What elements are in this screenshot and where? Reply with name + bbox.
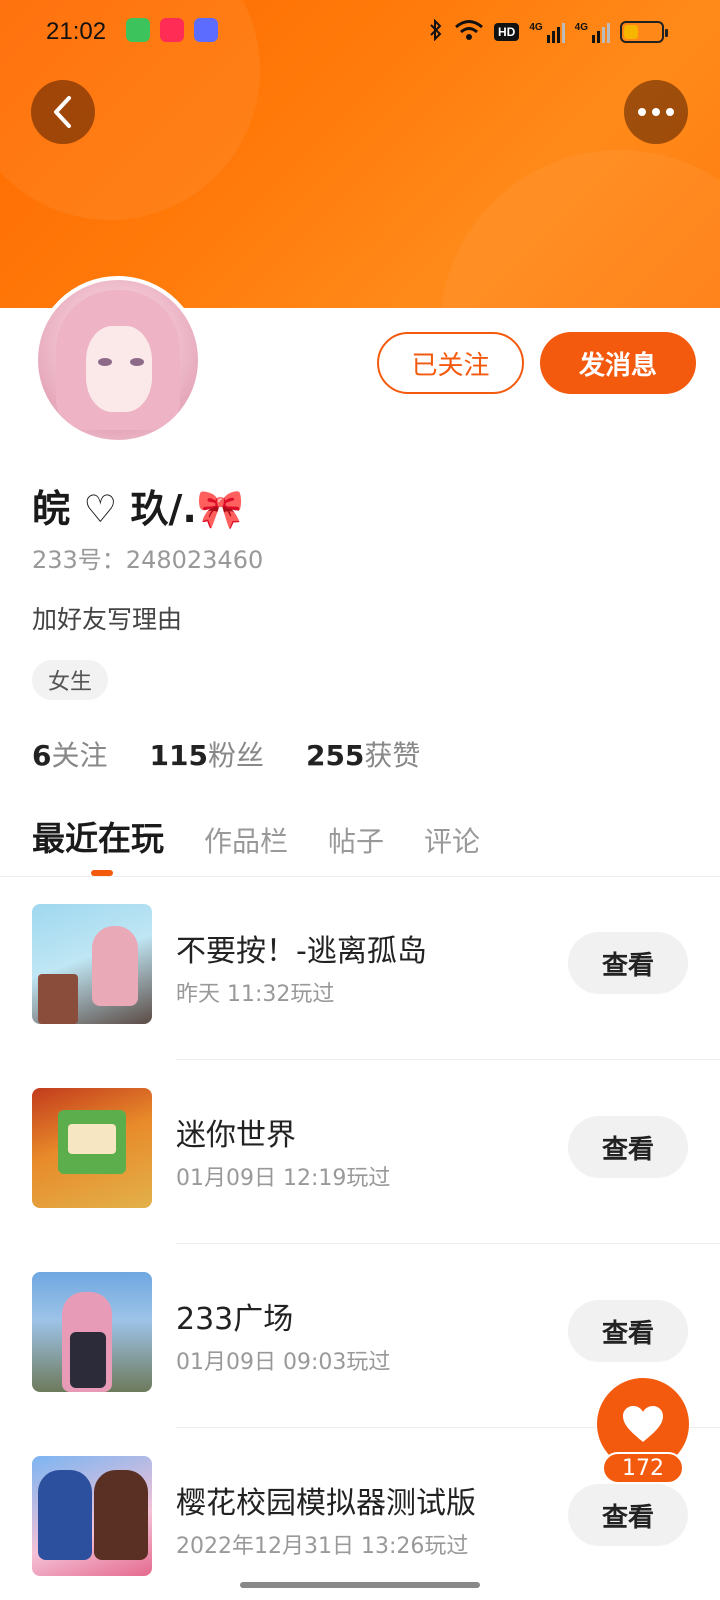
list-item[interactable]: 迷你世界 01月09日 12:19玩过 查看 — [0, 1060, 720, 1244]
list-item[interactable]: 不要按！-逃离孤岛 昨天 11:32玩过 查看 — [0, 876, 720, 1060]
status-time: 21:02 — [46, 18, 107, 45]
avatar-face — [86, 326, 152, 412]
stat-following[interactable]: 6关注 — [32, 734, 108, 774]
avatar-eye — [98, 358, 112, 366]
view-button[interactable]: 查看 — [568, 1116, 688, 1178]
game-name: 不要按！-逃离孤岛 — [176, 934, 427, 969]
more-dots-icon — [638, 108, 674, 116]
thumb-character — [92, 926, 138, 1006]
wifi-icon — [454, 19, 484, 46]
avatar-eye — [130, 358, 144, 366]
profile-tabs: 最近在玩 作品栏 帖子 评论 — [32, 812, 480, 860]
home-indicator[interactable] — [240, 1582, 480, 1588]
video-app-icon — [160, 18, 184, 42]
send-message-button[interactable]: 发消息 — [540, 332, 696, 394]
heart-icon — [623, 1406, 663, 1442]
thumb-face — [68, 1124, 116, 1154]
game-played-time: 2022年12月31日 13:26玩过 — [176, 1534, 469, 1559]
stat-likes[interactable]: 255获赞 — [306, 734, 420, 774]
view-button[interactable]: 查看 — [568, 1484, 688, 1546]
battery-icon — [620, 21, 668, 43]
stat-fans[interactable]: 115粉丝 — [150, 734, 264, 774]
gender-tag: 女生 — [32, 660, 109, 700]
tab-works[interactable]: 作品栏 — [204, 820, 288, 860]
app-notification-icon — [126, 18, 150, 42]
stat-likes-count: 255 — [305, 739, 365, 772]
game-played-time: 昨天 11:32玩过 — [176, 982, 335, 1007]
tab-comments[interactable]: 评论 — [424, 820, 480, 860]
game-name: 233广场 — [176, 1302, 294, 1337]
banner-glow — [440, 150, 720, 308]
view-button[interactable]: 查看 — [568, 1300, 688, 1362]
game-played-time: 01月09日 09:03玩过 — [176, 1350, 391, 1375]
stat-fans-label: 粉丝 — [207, 739, 264, 772]
like-count-badge: 172 — [602, 1452, 684, 1484]
bluetooth-icon — [428, 18, 444, 46]
game-name: 樱花校园模拟器测试版 — [176, 1486, 476, 1521]
chevron-left-icon — [54, 96, 71, 128]
profile-user-id: 233号：248023460 — [32, 546, 264, 574]
game-thumbnail — [32, 1272, 152, 1392]
back-button[interactable] — [31, 80, 95, 144]
stat-likes-label: 获赞 — [364, 739, 421, 772]
tab-posts[interactable]: 帖子 — [328, 820, 384, 860]
signal-4g-icon: 4G — [529, 21, 565, 43]
avatar[interactable] — [34, 276, 202, 444]
profile-stats: 6关注 115粉丝 255获赞 — [32, 734, 420, 774]
followed-button[interactable]: 已关注 — [377, 332, 524, 394]
thumb-box — [38, 974, 78, 1024]
profile-nickname: 皖 ♡ 玖/.🎀 — [32, 487, 245, 531]
status-icons: HD 4G 4G — [428, 18, 668, 46]
stat-following-count: 6 — [32, 739, 52, 772]
thumb-character — [94, 1470, 148, 1560]
signal-4g-icon: 4G — [575, 21, 610, 43]
profile-bio: 加好友写理由 — [32, 605, 183, 634]
hd-icon: HD — [493, 23, 520, 41]
thumb-outfit — [70, 1332, 106, 1388]
stat-fans-count: 115 — [149, 739, 208, 772]
thumb-character — [38, 1470, 92, 1560]
game-thumbnail — [32, 1088, 152, 1208]
app-notification-icon — [194, 18, 218, 42]
view-button[interactable]: 查看 — [568, 932, 688, 994]
game-thumbnail — [32, 1456, 152, 1576]
status-bar: 21:02 HD 4G 4G — [0, 0, 720, 64]
game-thumbnail — [32, 904, 152, 1024]
game-name: 迷你世界 — [176, 1118, 296, 1153]
more-button[interactable] — [624, 80, 688, 144]
stat-following-label: 关注 — [51, 739, 108, 772]
tab-recently-played[interactable]: 最近在玩 — [32, 812, 164, 860]
game-played-time: 01月09日 12:19玩过 — [176, 1166, 391, 1191]
battery-level — [624, 25, 639, 39]
